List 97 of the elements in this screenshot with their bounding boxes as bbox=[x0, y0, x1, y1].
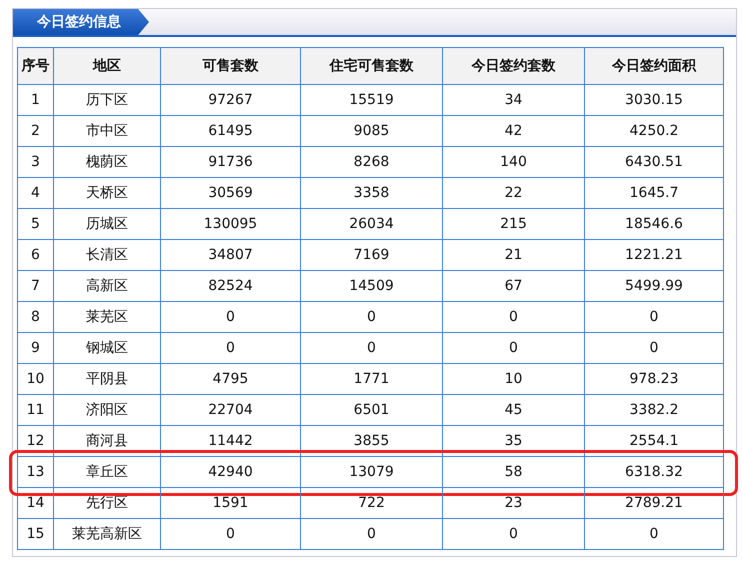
column-header: 序号 bbox=[18, 48, 54, 85]
table-cell: 0 bbox=[443, 333, 585, 364]
table-cell: 26034 bbox=[301, 209, 443, 240]
table-cell: 22704 bbox=[161, 395, 301, 426]
table-cell: 0 bbox=[301, 302, 443, 333]
table-cell: 0 bbox=[585, 333, 724, 364]
table-cell: 722 bbox=[301, 488, 443, 519]
table-cell: 0 bbox=[301, 333, 443, 364]
table-cell: 0 bbox=[585, 519, 724, 550]
table-cell: 23 bbox=[443, 488, 585, 519]
table-cell: 历下区 bbox=[54, 85, 161, 116]
table-cell: 天桥区 bbox=[54, 178, 161, 209]
table-cell: 13079 bbox=[301, 457, 443, 488]
table-cell: 14509 bbox=[301, 271, 443, 302]
table-cell: 0 bbox=[161, 519, 301, 550]
table-cell: 市中区 bbox=[54, 116, 161, 147]
table-cell: 0 bbox=[443, 302, 585, 333]
table-cell: 34 bbox=[443, 85, 585, 116]
table-cell: 9 bbox=[18, 333, 54, 364]
table-cell: 7 bbox=[18, 271, 54, 302]
table-cell: 22 bbox=[443, 178, 585, 209]
table-cell: 5 bbox=[18, 209, 54, 240]
table-cell: 58 bbox=[443, 457, 585, 488]
table-cell: 5499.99 bbox=[585, 271, 724, 302]
table-cell: 2554.1 bbox=[585, 426, 724, 457]
table-cell: 0 bbox=[161, 302, 301, 333]
table-cell: 长清区 bbox=[54, 240, 161, 271]
table-cell: 商河县 bbox=[54, 426, 161, 457]
table-cell: 4795 bbox=[161, 364, 301, 395]
column-header: 今日签约套数 bbox=[443, 48, 585, 85]
table-cell: 0 bbox=[301, 519, 443, 550]
table-cell: 10 bbox=[18, 364, 54, 395]
table-cell: 3 bbox=[18, 147, 54, 178]
table-cell: 82524 bbox=[161, 271, 301, 302]
table-cell: 15 bbox=[18, 519, 54, 550]
table-cell: 61495 bbox=[161, 116, 301, 147]
table-cell: 4250.2 bbox=[585, 116, 724, 147]
table-cell: 3855 bbox=[301, 426, 443, 457]
table-cell: 1645.7 bbox=[585, 178, 724, 209]
table-cell: 7169 bbox=[301, 240, 443, 271]
table-cell: 槐荫区 bbox=[54, 147, 161, 178]
table-cell: 215 bbox=[443, 209, 585, 240]
table-cell: 91736 bbox=[161, 147, 301, 178]
table-cell: 历城区 bbox=[54, 209, 161, 240]
table-cell: 章丘区 bbox=[54, 457, 161, 488]
table-cell: 6318.32 bbox=[585, 457, 724, 488]
table-cell: 130095 bbox=[161, 209, 301, 240]
table-cell: 6430.51 bbox=[585, 147, 724, 178]
table-cell: 先行区 bbox=[54, 488, 161, 519]
table-cell: 莱芜高新区 bbox=[54, 519, 161, 550]
table-cell: 0 bbox=[443, 519, 585, 550]
table-cell: 14 bbox=[18, 488, 54, 519]
table-cell: 9085 bbox=[301, 116, 443, 147]
table-cell: 67 bbox=[443, 271, 585, 302]
column-header: 地区 bbox=[54, 48, 161, 85]
table-cell: 8 bbox=[18, 302, 54, 333]
table-cell: 97267 bbox=[161, 85, 301, 116]
table-cell: 42 bbox=[443, 116, 585, 147]
table-cell: 11442 bbox=[161, 426, 301, 457]
table-cell: 8268 bbox=[301, 147, 443, 178]
table-cell: 15519 bbox=[301, 85, 443, 116]
table-cell: 莱芜区 bbox=[54, 302, 161, 333]
table-cell: 6 bbox=[18, 240, 54, 271]
table-cell: 21 bbox=[443, 240, 585, 271]
table-cell: 978.23 bbox=[585, 364, 724, 395]
table-cell: 3030.15 bbox=[585, 85, 724, 116]
column-header: 住宅可售套数 bbox=[301, 48, 443, 85]
table-cell: 高新区 bbox=[54, 271, 161, 302]
table-cell: 1771 bbox=[301, 364, 443, 395]
table-cell: 13 bbox=[18, 457, 54, 488]
table-cell: 平阴县 bbox=[54, 364, 161, 395]
table-cell: 4 bbox=[18, 178, 54, 209]
table-cell: 2789.21 bbox=[585, 488, 724, 519]
table-cell: 1591 bbox=[161, 488, 301, 519]
table-cell: 30569 bbox=[161, 178, 301, 209]
table-cell: 2 bbox=[18, 116, 54, 147]
table-cell: 18546.6 bbox=[585, 209, 724, 240]
table-cell: 45 bbox=[443, 395, 585, 426]
table-cell: 11 bbox=[18, 395, 54, 426]
table-cell: 6501 bbox=[301, 395, 443, 426]
table-cell: 1221.21 bbox=[585, 240, 724, 271]
table-cell: 140 bbox=[443, 147, 585, 178]
table-cell: 3382.2 bbox=[585, 395, 724, 426]
table-cell: 济阳区 bbox=[54, 395, 161, 426]
table-cell: 10 bbox=[443, 364, 585, 395]
table-cell: 0 bbox=[161, 333, 301, 364]
table-cell: 0 bbox=[585, 302, 724, 333]
column-header: 可售套数 bbox=[161, 48, 301, 85]
table-cell: 34807 bbox=[161, 240, 301, 271]
table-cell: 12 bbox=[18, 426, 54, 457]
table-cell: 钢城区 bbox=[54, 333, 161, 364]
table-cell: 42940 bbox=[161, 457, 301, 488]
table-cell: 3358 bbox=[301, 178, 443, 209]
column-header: 今日签约面积 bbox=[585, 48, 724, 85]
panel-title: 今日签约信息 bbox=[13, 9, 149, 35]
table-cell: 1 bbox=[18, 85, 54, 116]
table-cell: 35 bbox=[443, 426, 585, 457]
